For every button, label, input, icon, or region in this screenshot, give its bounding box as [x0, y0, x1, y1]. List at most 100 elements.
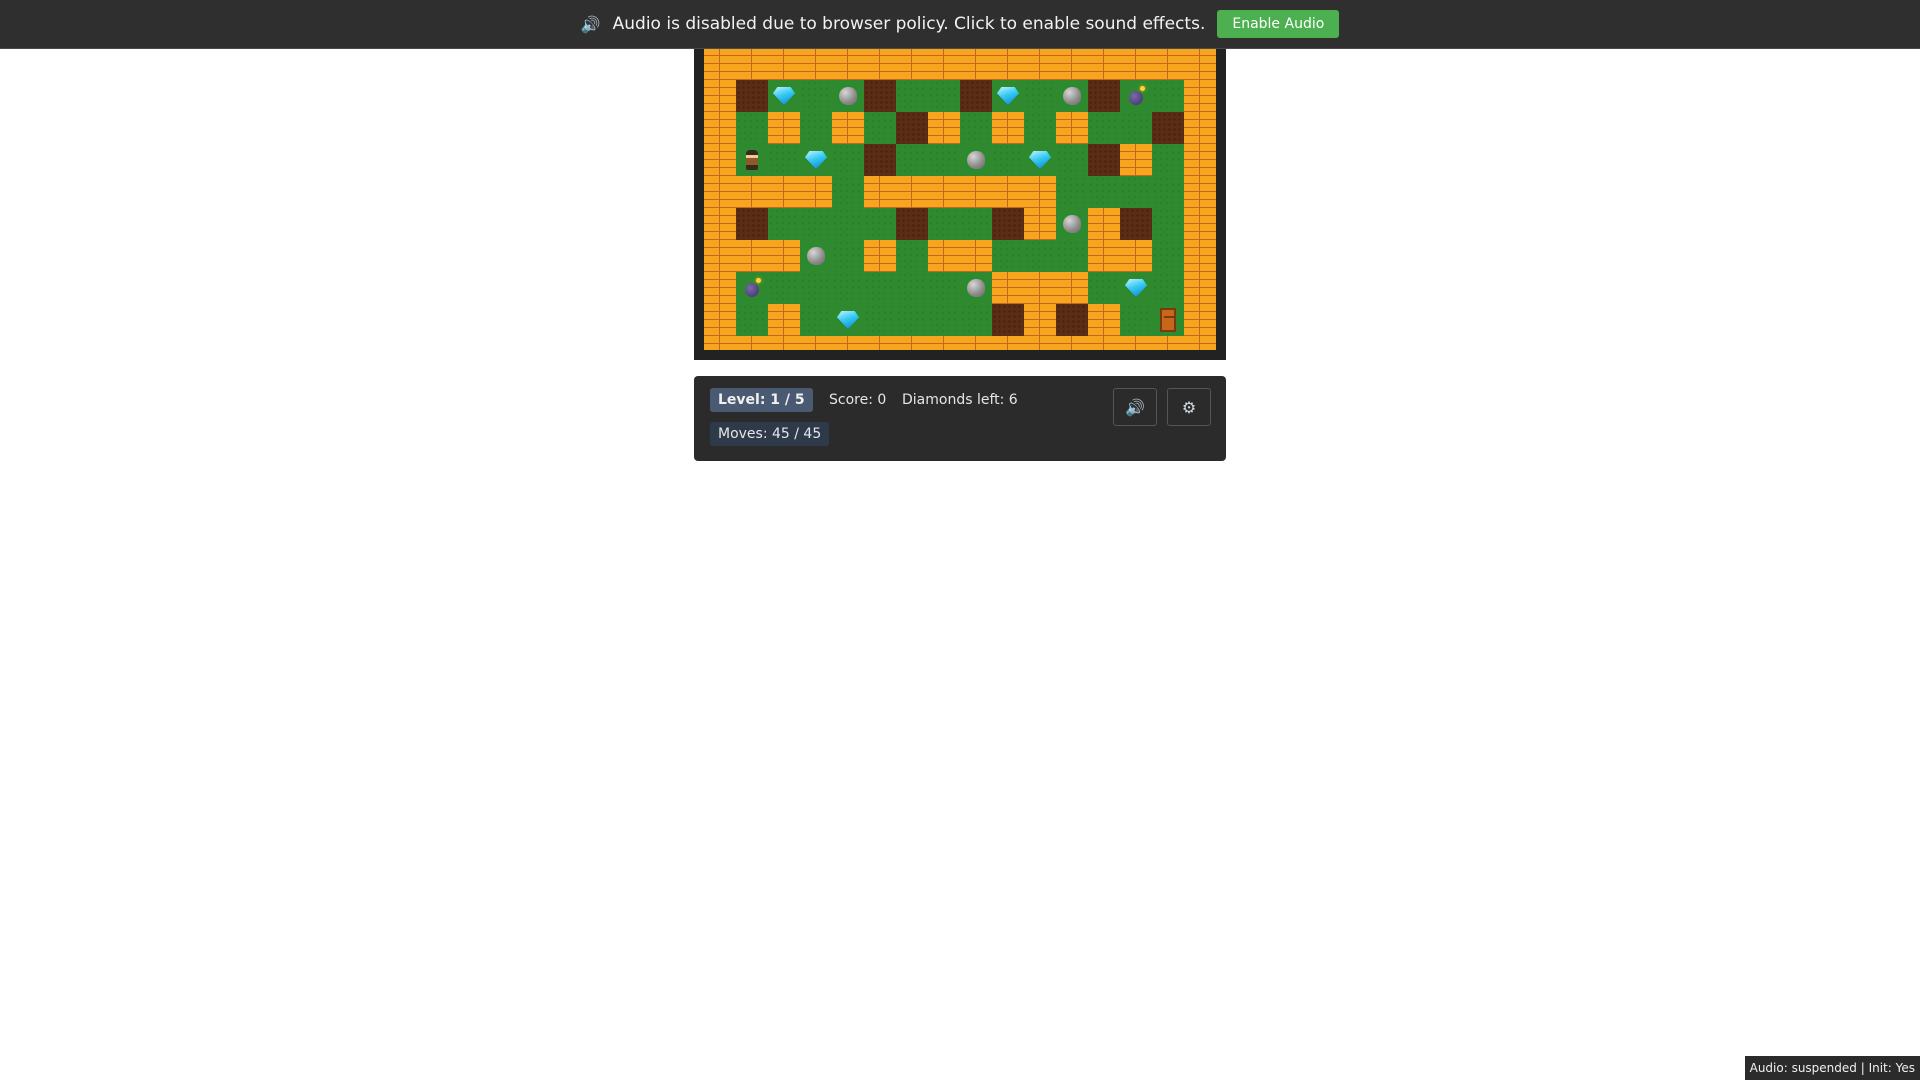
brick-wall — [864, 176, 896, 208]
dirt — [896, 208, 928, 240]
brick-wall — [1088, 48, 1120, 80]
enable-audio-button[interactable]: Enable Audio — [1217, 10, 1340, 38]
brick-wall — [1184, 48, 1216, 80]
brick-wall — [704, 336, 736, 350]
grass — [832, 272, 864, 304]
brick-wall — [1184, 112, 1216, 144]
rock — [1056, 208, 1088, 240]
grass — [1152, 208, 1184, 240]
grass — [960, 304, 992, 336]
brick-wall — [1024, 304, 1056, 336]
brick-wall — [992, 336, 1024, 350]
grass — [1088, 112, 1120, 144]
brick-wall — [1184, 304, 1216, 336]
grass — [928, 144, 960, 176]
grass — [1152, 80, 1184, 112]
grass — [992, 240, 1024, 272]
gear-icon: ⚙ — [1181, 397, 1197, 417]
grass — [896, 304, 928, 336]
brick-wall — [704, 240, 736, 272]
brick-wall — [800, 336, 832, 350]
audio-status-bar: Audio: suspended | Init: Yes — [1744, 1056, 1920, 1080]
brick-wall — [1024, 208, 1056, 240]
grass — [832, 176, 864, 208]
grass — [736, 304, 768, 336]
diamond — [768, 80, 800, 112]
grass — [896, 240, 928, 272]
settings-button[interactable]: ⚙ — [1167, 388, 1211, 426]
grass — [1120, 304, 1152, 336]
brick-wall — [704, 144, 736, 176]
grass — [800, 208, 832, 240]
brick-wall — [992, 272, 1024, 304]
brick-wall — [992, 176, 1024, 208]
brick-wall — [832, 48, 864, 80]
brick-wall — [960, 176, 992, 208]
score-display: Score: 0 — [829, 392, 887, 408]
grass — [1152, 176, 1184, 208]
brick-wall — [768, 304, 800, 336]
brick-wall — [704, 48, 736, 80]
grass — [960, 112, 992, 144]
brick-wall — [992, 48, 1024, 80]
brick-wall — [960, 48, 992, 80]
grass — [1088, 272, 1120, 304]
grass — [832, 208, 864, 240]
grass — [832, 144, 864, 176]
grass — [1120, 176, 1152, 208]
dirt — [1152, 112, 1184, 144]
grass — [800, 272, 832, 304]
dirt — [992, 208, 1024, 240]
level-indicator: Level: 1 / 5 — [710, 388, 813, 412]
grass — [768, 272, 800, 304]
brick-wall — [1056, 112, 1088, 144]
brick-wall — [896, 48, 928, 80]
brick-wall — [960, 336, 992, 350]
brick-wall — [1152, 48, 1184, 80]
rock — [832, 80, 864, 112]
grass — [1024, 80, 1056, 112]
grass — [864, 304, 896, 336]
player — [736, 144, 768, 176]
grass — [1088, 176, 1120, 208]
dirt — [992, 304, 1024, 336]
brick-wall — [1088, 304, 1120, 336]
grass — [1152, 240, 1184, 272]
brick-wall — [1184, 144, 1216, 176]
brick-wall — [896, 336, 928, 350]
brick-wall — [864, 48, 896, 80]
brick-wall — [1184, 80, 1216, 112]
bomb — [1120, 80, 1152, 112]
grass — [1152, 272, 1184, 304]
brick-wall — [1184, 272, 1216, 304]
brick-wall — [736, 48, 768, 80]
sound-toggle-button[interactable]: 🔊 — [1113, 388, 1157, 426]
brick-wall — [800, 48, 832, 80]
brick-wall — [704, 112, 736, 144]
dirt — [864, 80, 896, 112]
brick-wall — [1120, 240, 1152, 272]
diamonds-left-display: Diamonds left: 6 — [902, 392, 1018, 408]
rock — [960, 144, 992, 176]
brick-wall — [992, 112, 1024, 144]
brick-wall — [800, 176, 832, 208]
grass — [960, 208, 992, 240]
grass — [864, 208, 896, 240]
brick-wall — [928, 336, 960, 350]
grass — [800, 304, 832, 336]
brick-wall — [928, 112, 960, 144]
grass — [928, 272, 960, 304]
brick-wall — [1184, 208, 1216, 240]
brick-wall — [1024, 336, 1056, 350]
dirt — [864, 144, 896, 176]
brick-wall — [960, 240, 992, 272]
grass — [896, 272, 928, 304]
hud-panel: Level: 1 / 5 Score: 0 Diamonds left: 6 M… — [694, 376, 1226, 461]
brick-wall — [1120, 336, 1152, 350]
grass — [1152, 144, 1184, 176]
brick-wall — [1056, 48, 1088, 80]
dirt — [1088, 80, 1120, 112]
exit-door — [1152, 304, 1184, 336]
grass — [768, 208, 800, 240]
game-board[interactable] — [704, 48, 1216, 350]
